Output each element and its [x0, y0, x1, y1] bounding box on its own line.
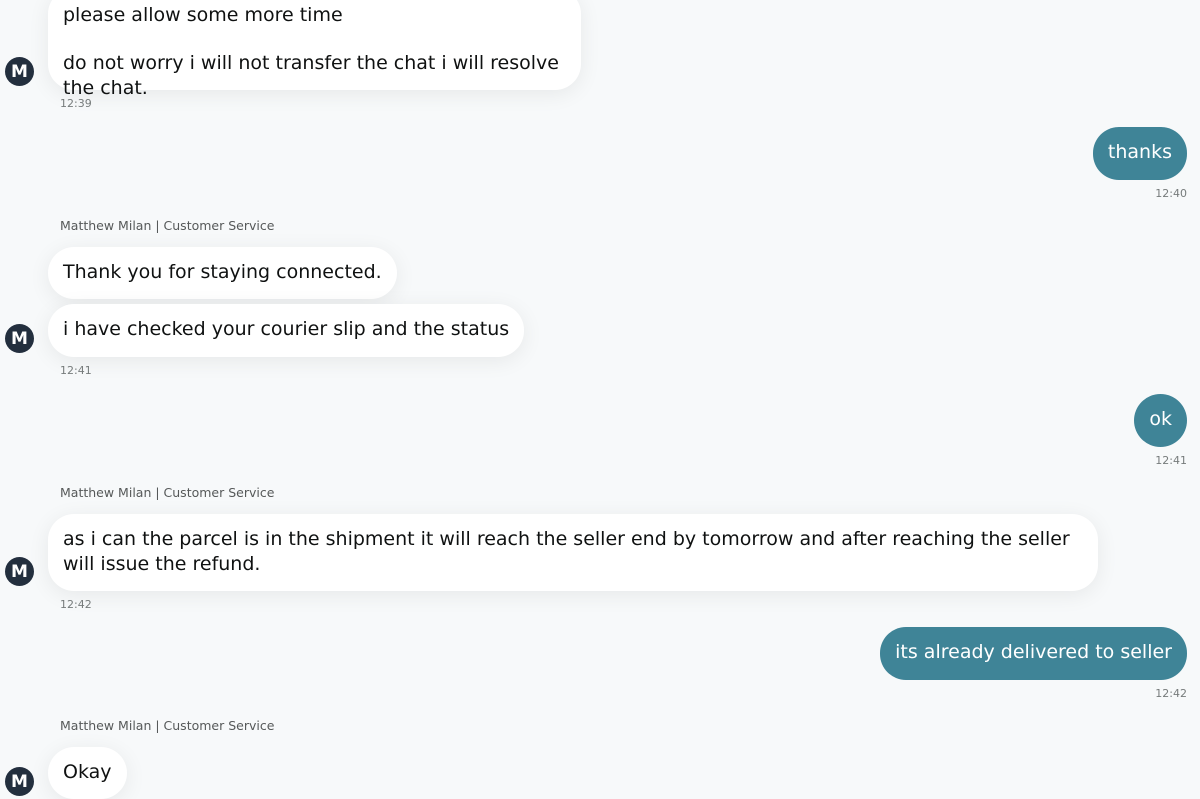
user-message: thanks	[1092, 127, 1187, 180]
message-timestamp: 12:42	[60, 598, 92, 611]
message-text: i have checked your courier slip and the…	[63, 318, 510, 340]
message-text: Thank you for staying connected.	[63, 261, 382, 283]
agent-message: Thank you for staying connected.	[48, 247, 397, 299]
message-text: as i can the parcel is in the shipment i…	[63, 528, 1070, 575]
user-message: ok	[1134, 394, 1187, 447]
message-text: please allow some more time	[63, 4, 343, 26]
message-text: Okay	[63, 761, 112, 783]
agent-message: as i can the parcel is in the shipment i…	[48, 514, 1098, 591]
agent-avatar: M	[5, 767, 34, 796]
agent-message: please allow some more time do not worry…	[48, 0, 581, 99]
sender-label: Matthew Milan | Customer Service	[60, 718, 275, 733]
message-timestamp: 12:39	[60, 97, 92, 110]
agent-message: Okay	[48, 747, 127, 799]
agent-avatar: M	[5, 57, 34, 86]
message-text: do not worry i will not transfer the cha…	[63, 52, 559, 99]
message-timestamp: 12:42	[1155, 687, 1187, 700]
message-text: its already delivered to seller	[895, 641, 1172, 663]
sender-label: Matthew Milan | Customer Service	[60, 485, 275, 500]
message-text: ok	[1149, 408, 1172, 430]
message-text: thanks	[1107, 141, 1172, 163]
chat-transcript: please allow some more time do not worry…	[0, 0, 1200, 799]
message-timestamp: 12:41	[60, 364, 92, 377]
message-timestamp: 12:41	[1155, 454, 1187, 467]
agent-avatar: M	[5, 557, 34, 586]
agent-message: i have checked your courier slip and the…	[48, 304, 525, 357]
sender-label: Matthew Milan | Customer Service	[60, 218, 275, 233]
user-message: its already delivered to seller	[880, 627, 1187, 680]
agent-avatar: M	[5, 324, 34, 353]
message-timestamp: 12:40	[1155, 187, 1187, 200]
